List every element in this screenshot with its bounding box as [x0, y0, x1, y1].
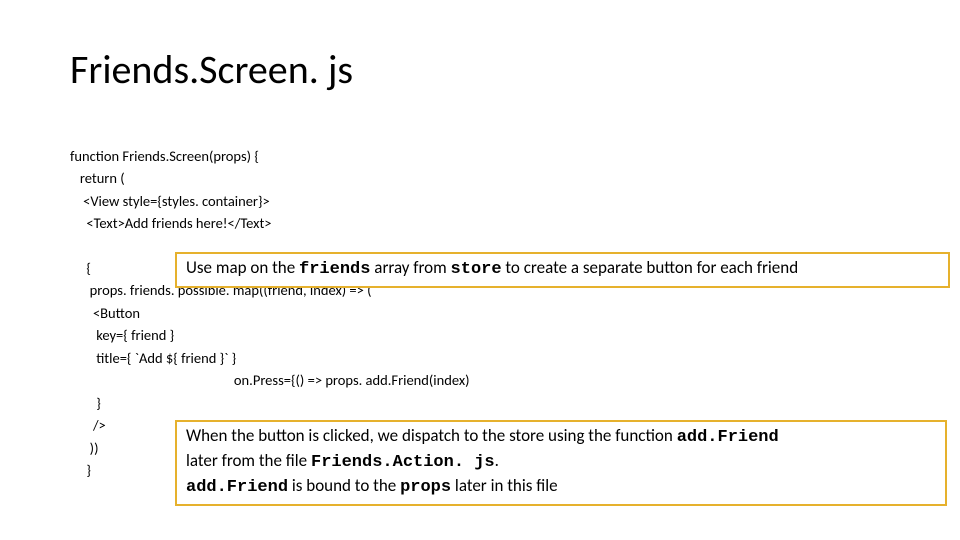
callout-text: to create a separate button for each fri…: [502, 257, 799, 278]
callout-text: later from the file: [186, 450, 311, 471]
callout-dispatch: When the button is clicked, we dispatch …: [175, 420, 947, 506]
callout-code: store: [451, 260, 502, 279]
callout-code: props: [400, 478, 451, 497]
callout-text: array from: [370, 257, 450, 278]
callout-code: friends: [299, 260, 370, 279]
callout-text: later in this file: [451, 475, 558, 496]
callout-map-friends: Use map on the friends array from store …: [175, 252, 950, 288]
code-line: key={ friend }: [70, 324, 470, 346]
code-line: on.Press={() => props. add.Friend(index): [70, 369, 470, 391]
callout-text: .: [495, 450, 499, 471]
code-line: title={ `Add ${ friend }` }: [70, 347, 470, 369]
callout-code: Friends.Action. js: [311, 453, 495, 472]
callout-code: add.Friend: [186, 478, 288, 497]
code-line: }: [70, 392, 470, 414]
code-line: <View style={styles. container}>: [70, 190, 470, 212]
slide-title: Friends.Screen. js: [70, 45, 353, 94]
callout-text: When the button is clicked, we dispatch …: [186, 425, 677, 446]
code-line: <Button: [70, 302, 470, 324]
callout-text: is bound to the: [288, 475, 400, 496]
callout-text: Use map on the: [186, 257, 299, 278]
code-line: return (: [70, 167, 470, 189]
callout-code: add.Friend: [677, 428, 779, 447]
code-line: function Friends.Screen(props) {: [70, 145, 470, 167]
code-line: <Text>Add friends here!</Text>: [70, 212, 470, 234]
